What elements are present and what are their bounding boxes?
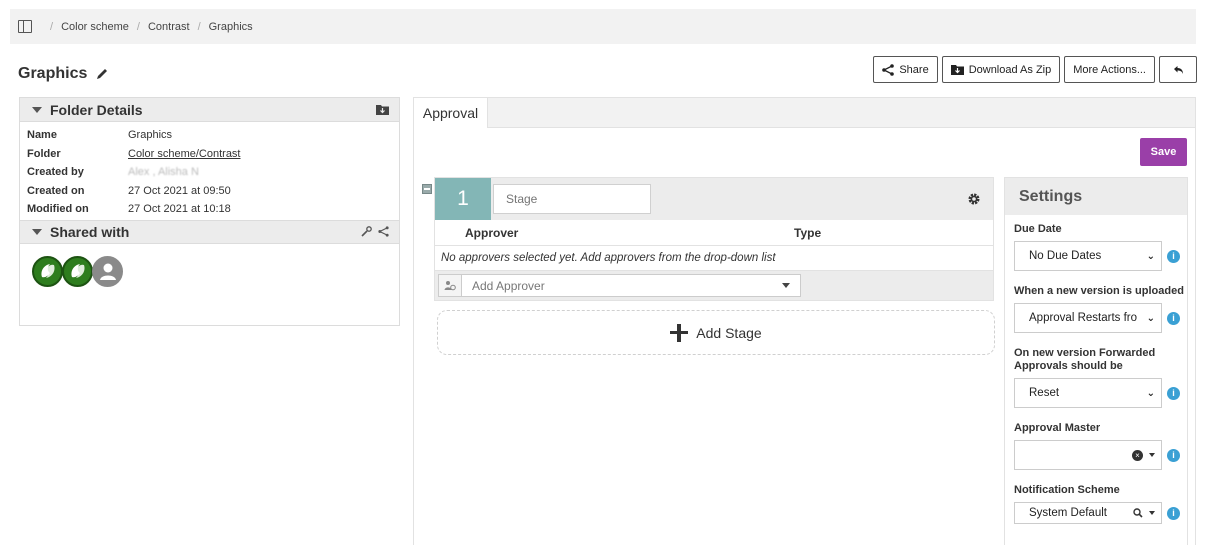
detail-row-created-by: Created by Alex , Alisha N bbox=[27, 166, 199, 179]
info-icon[interactable]: i bbox=[1167, 386, 1180, 400]
folder-path-link[interactable]: Color scheme/Contrast bbox=[128, 148, 241, 160]
notification-scheme-select[interactable]: System Default bbox=[1014, 502, 1162, 524]
search-icon[interactable] bbox=[1133, 508, 1143, 518]
share-icon[interactable] bbox=[378, 226, 389, 237]
share-button[interactable]: Share bbox=[873, 56, 938, 83]
detail-row-modified-on: Modified on 27 Oct 2021 at 10:18 bbox=[27, 203, 231, 216]
info-icon[interactable]: i bbox=[1167, 249, 1180, 263]
chevron-down-icon: ⌄ bbox=[1146, 312, 1155, 324]
info-icon[interactable]: i bbox=[1167, 311, 1180, 325]
breadcrumb: / Color scheme / Contrast / Graphics bbox=[10, 9, 1196, 44]
panel-toggle-icon[interactable] bbox=[18, 20, 32, 33]
folder-icon[interactable] bbox=[376, 104, 389, 115]
more-actions-button[interactable]: More Actions... bbox=[1064, 56, 1155, 83]
approval-master-select[interactable]: × bbox=[1014, 440, 1162, 470]
clear-icon[interactable]: × bbox=[1132, 449, 1143, 461]
avatar[interactable] bbox=[92, 255, 123, 287]
add-user-icon bbox=[438, 274, 461, 297]
avatar[interactable] bbox=[62, 255, 93, 287]
new-version-select[interactable]: Approval Restarts fro ⌄ bbox=[1014, 303, 1162, 333]
user-plus-icon bbox=[444, 281, 456, 291]
stage-header: 1 bbox=[435, 178, 993, 220]
approval-master-label: Approval Master bbox=[1014, 422, 1101, 434]
undo-button[interactable] bbox=[1159, 56, 1197, 83]
tab-approval[interactable]: Approval bbox=[414, 98, 488, 128]
pencil-icon[interactable] bbox=[95, 67, 109, 81]
avatar[interactable] bbox=[32, 255, 63, 287]
stage-card: 1 Approver Type No approvers selected ye… bbox=[422, 177, 994, 301]
stage-name-input[interactable] bbox=[493, 184, 651, 214]
due-date-select[interactable]: No Due Dates ⌄ bbox=[1014, 241, 1162, 271]
due-date-label: Due Date bbox=[1014, 223, 1062, 235]
gear-icon[interactable] bbox=[967, 192, 981, 206]
detail-row-name: Name Graphics bbox=[27, 129, 173, 142]
tab-strip bbox=[414, 98, 1195, 128]
folder-details-header[interactable]: Folder Details bbox=[20, 98, 399, 122]
detail-row-folder: Folder Color scheme/Contrast bbox=[27, 147, 241, 160]
wrench-icon[interactable] bbox=[361, 226, 372, 237]
collapse-stage-icon[interactable] bbox=[422, 184, 432, 194]
user-logo-icon bbox=[40, 264, 55, 278]
shared-with-header[interactable]: Shared with bbox=[20, 219, 399, 244]
page-title: Graphics bbox=[18, 65, 109, 83]
save-button[interactable]: Save bbox=[1140, 138, 1187, 166]
folder-download-icon bbox=[950, 65, 964, 75]
chevron-down-icon: ⌄ bbox=[1146, 250, 1155, 262]
empty-approvers-message: No approvers selected yet. Add approvers… bbox=[435, 246, 993, 271]
shared-users bbox=[20, 244, 399, 287]
collapse-triangle-icon[interactable] bbox=[32, 106, 42, 113]
user-logo-icon bbox=[70, 264, 85, 278]
approver-table-header: Approver Type bbox=[435, 220, 993, 246]
settings-title: Settings bbox=[1005, 178, 1187, 215]
breadcrumb-item-color-scheme[interactable]: Color scheme bbox=[61, 21, 129, 33]
user-icon bbox=[99, 263, 116, 280]
caret-down-icon bbox=[782, 283, 790, 288]
toolbar: Share Download As Zip More Actions... bbox=[873, 56, 1197, 83]
breadcrumb-item-contrast[interactable]: Contrast bbox=[148, 21, 190, 33]
download-zip-button[interactable]: Download As Zip bbox=[941, 56, 1061, 83]
add-approver-dropdown[interactable]: Add Approver bbox=[461, 274, 801, 297]
add-stage-button[interactable]: Add Stage bbox=[437, 310, 995, 355]
approval-panel: Approval Save 1 Approver Type No approve… bbox=[413, 97, 1196, 545]
caret-down-icon bbox=[1149, 453, 1155, 457]
info-icon[interactable]: i bbox=[1167, 448, 1180, 462]
chevron-down-icon: ⌄ bbox=[1146, 387, 1155, 399]
breadcrumb-item-graphics[interactable]: Graphics bbox=[209, 21, 253, 33]
share-icon bbox=[882, 63, 895, 76]
collapse-triangle-icon[interactable] bbox=[32, 228, 42, 235]
detail-row-created-on: Created on 27 Oct 2021 at 09:50 bbox=[27, 184, 231, 197]
folder-details-panel: Folder Details Name Graphics Folder Colo… bbox=[19, 97, 400, 326]
caret-down-icon bbox=[1149, 511, 1155, 515]
undo-icon bbox=[1173, 65, 1183, 74]
settings-panel: Settings Due Date No Due Dates ⌄ i When … bbox=[1004, 177, 1188, 545]
plus-icon bbox=[670, 323, 689, 342]
forwarded-approvals-select[interactable]: Reset ⌄ bbox=[1014, 378, 1162, 408]
folder-details-list: Name Graphics Folder Color scheme/Contra… bbox=[20, 122, 399, 219]
add-approver-row: Add Approver bbox=[435, 271, 993, 300]
info-icon[interactable]: i bbox=[1167, 506, 1180, 520]
stage-number: 1 bbox=[435, 178, 491, 220]
notification-scheme-label: Notification Scheme bbox=[1014, 484, 1120, 496]
forwarded-approvals-label: On new version Forwarded Approvals shoul… bbox=[1014, 347, 1156, 372]
new-version-label: When a new version is uploaded bbox=[1014, 285, 1184, 297]
